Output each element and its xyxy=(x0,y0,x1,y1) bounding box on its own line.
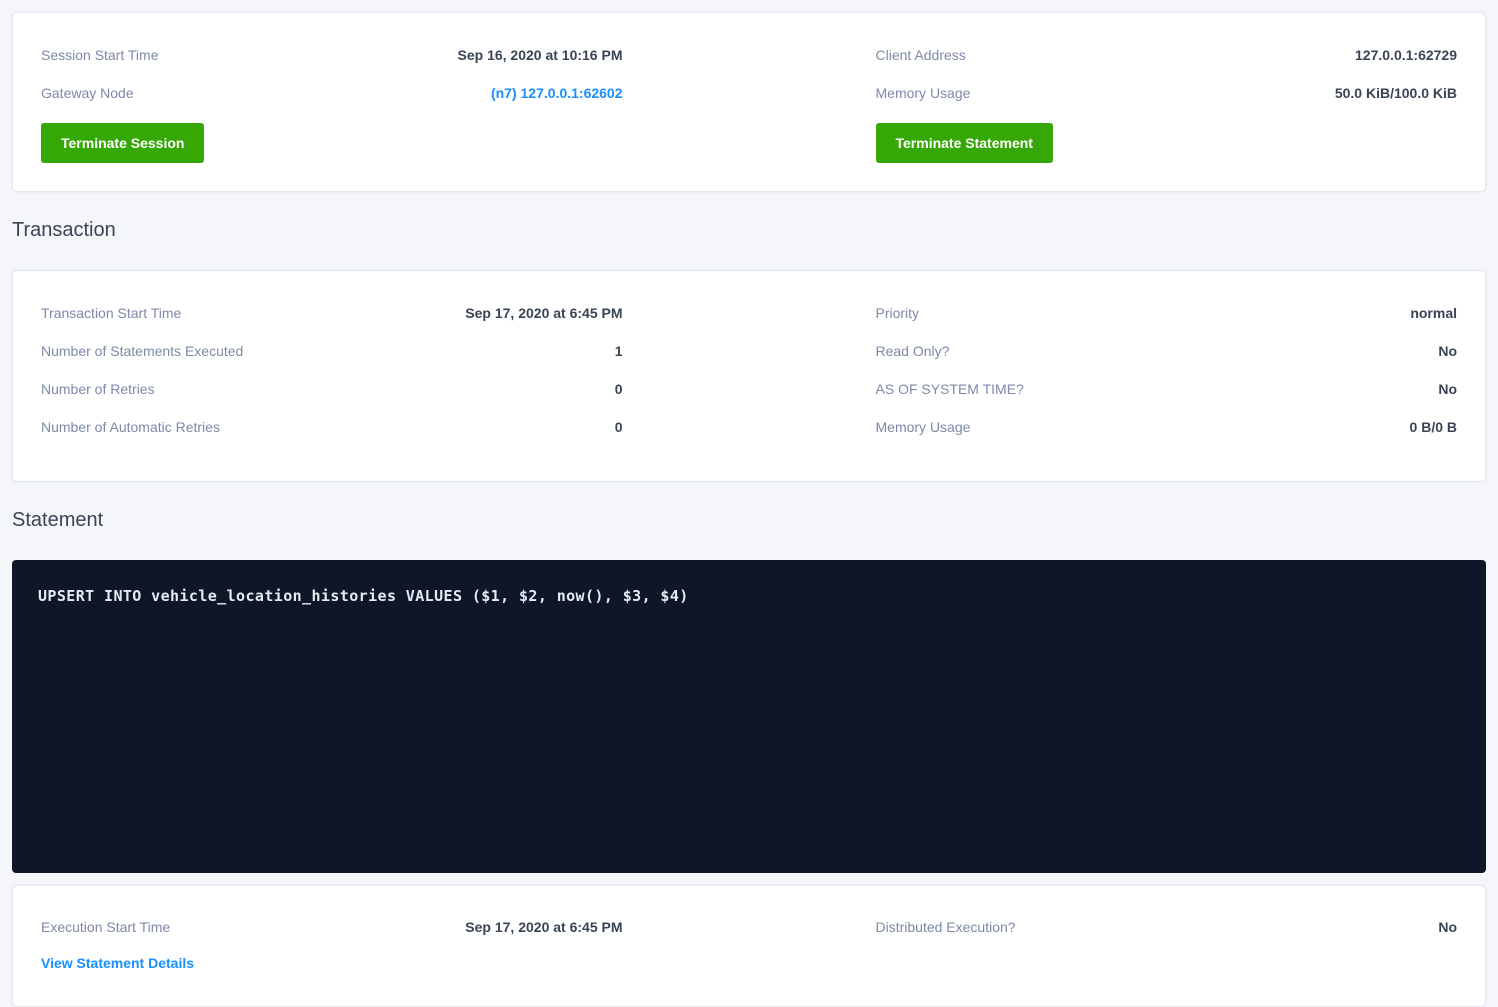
retries-label: Number of Retries xyxy=(41,381,155,398)
transaction-start-time-value: Sep 17, 2020 at 6:45 PM xyxy=(465,305,622,322)
execution-start-time-row: Execution Start Time Sep 17, 2020 at 6:4… xyxy=(41,919,623,936)
transaction-memory-usage-row: Memory Usage 0 B/0 B xyxy=(876,419,1458,436)
distributed-execution-label: Distributed Execution? xyxy=(876,919,1016,936)
transaction-left-column: Transaction Start Time Sep 17, 2020 at 6… xyxy=(41,305,623,436)
terminate-session-button[interactable]: Terminate Session xyxy=(41,123,204,163)
read-only-value: No xyxy=(1438,343,1457,360)
gateway-node-row: Gateway Node (n7) 127.0.0.1:62602 xyxy=(41,85,623,102)
sql-statement-text: UPSERT INTO vehicle_location_histories V… xyxy=(38,587,689,605)
view-statement-details-link[interactable]: View Statement Details xyxy=(41,955,194,972)
read-only-label: Read Only? xyxy=(876,343,950,360)
session-summary-right-column: Client Address 127.0.0.1:62729 Memory Us… xyxy=(876,47,1458,163)
as-of-system-time-value: No xyxy=(1438,381,1457,398)
read-only-row: Read Only? No xyxy=(876,343,1458,360)
transaction-card: Transaction Start Time Sep 17, 2020 at 6… xyxy=(12,270,1486,482)
priority-value: normal xyxy=(1410,305,1457,322)
session-memory-usage-value: 50.0 KiB/100.0 KiB xyxy=(1335,85,1457,102)
execution-start-time-label: Execution Start Time xyxy=(41,919,170,936)
as-of-system-time-row: AS OF SYSTEM TIME? No xyxy=(876,381,1458,398)
sql-statement-box: UPSERT INTO vehicle_location_histories V… xyxy=(12,560,1486,873)
statements-executed-label: Number of Statements Executed xyxy=(41,343,243,360)
transaction-memory-usage-value: 0 B/0 B xyxy=(1410,419,1457,436)
priority-label: Priority xyxy=(876,305,920,322)
execution-start-time-value: Sep 17, 2020 at 6:45 PM xyxy=(465,919,622,936)
execution-left-column: Execution Start Time Sep 17, 2020 at 6:4… xyxy=(41,919,623,973)
statement-execution-card: Execution Start Time Sep 17, 2020 at 6:4… xyxy=(12,885,1486,1007)
session-summary-grid: Session Start Time Sep 16, 2020 at 10:16… xyxy=(41,47,1457,163)
transaction-start-time-row: Transaction Start Time Sep 17, 2020 at 6… xyxy=(41,305,623,322)
statements-executed-value: 1 xyxy=(615,343,623,360)
transaction-grid: Transaction Start Time Sep 17, 2020 at 6… xyxy=(41,305,1457,436)
transaction-right-column: Priority normal Read Only? No AS OF SYST… xyxy=(876,305,1458,436)
transaction-memory-usage-label: Memory Usage xyxy=(876,419,971,436)
session-start-time-label: Session Start Time xyxy=(41,47,159,64)
as-of-system-time-label: AS OF SYSTEM TIME? xyxy=(876,381,1024,398)
session-start-time-row: Session Start Time Sep 16, 2020 at 10:16… xyxy=(41,47,623,64)
session-start-time-value: Sep 16, 2020 at 10:16 PM xyxy=(458,47,623,64)
client-address-value: 127.0.0.1:62729 xyxy=(1355,47,1457,64)
priority-row: Priority normal xyxy=(876,305,1458,322)
retries-value: 0 xyxy=(615,381,623,398)
automatic-retries-value: 0 xyxy=(615,419,623,436)
session-memory-usage-label: Memory Usage xyxy=(876,85,971,102)
session-memory-usage-row: Memory Usage 50.0 KiB/100.0 KiB xyxy=(876,85,1458,102)
gateway-node-link[interactable]: (n7) 127.0.0.1:62602 xyxy=(491,85,623,102)
statement-section-title: Statement xyxy=(12,506,1486,534)
execution-right-column: Distributed Execution? No xyxy=(876,919,1458,973)
client-address-row: Client Address 127.0.0.1:62729 xyxy=(876,47,1458,64)
distributed-execution-value: No xyxy=(1438,919,1457,936)
client-address-label: Client Address xyxy=(876,47,966,64)
automatic-retries-row: Number of Automatic Retries 0 xyxy=(41,419,623,436)
automatic-retries-label: Number of Automatic Retries xyxy=(41,419,220,436)
transaction-section-title: Transaction xyxy=(12,216,1486,244)
execution-grid: Execution Start Time Sep 17, 2020 at 6:4… xyxy=(41,919,1457,973)
terminate-statement-button[interactable]: Terminate Statement xyxy=(876,123,1053,163)
session-summary-left-column: Session Start Time Sep 16, 2020 at 10:16… xyxy=(41,47,623,163)
transaction-start-time-label: Transaction Start Time xyxy=(41,305,181,322)
gateway-node-label: Gateway Node xyxy=(41,85,134,102)
session-summary-card: Session Start Time Sep 16, 2020 at 10:16… xyxy=(12,12,1486,192)
distributed-execution-row: Distributed Execution? No xyxy=(876,919,1458,936)
session-details-page: Session Start Time Sep 16, 2020 at 10:16… xyxy=(0,0,1498,1007)
statements-executed-row: Number of Statements Executed 1 xyxy=(41,343,623,360)
retries-row: Number of Retries 0 xyxy=(41,381,623,398)
